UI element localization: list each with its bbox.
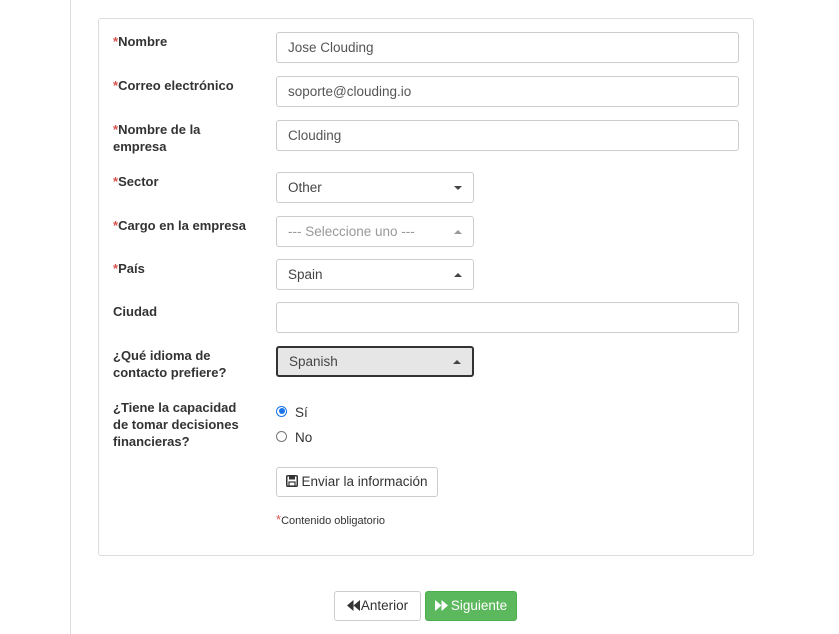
required-note-text: Contenido obligatorio [281, 515, 386, 527]
decisiones-label-text: ¿Tiene la capacidad de tomar decisiones … [113, 400, 239, 449]
siguiente-button[interactable]: Siguiente [425, 591, 517, 621]
decisiones-label: ¿Tiene la capacidad de tomar decisiones … [113, 399, 248, 450]
cargo-select-placeholder: --- Seleccione uno --- [288, 224, 415, 239]
correo-label: *Correo electrónico [113, 77, 263, 94]
anterior-label: Anterior [360, 598, 409, 613]
nombre-input[interactable]: Jose Clouding [276, 32, 739, 63]
anterior-button[interactable]: Anterior [334, 591, 421, 621]
required-note: *Contenido obligatorio [276, 512, 385, 527]
sector-label: *Sector [113, 173, 263, 190]
empresa-label-text: Nombre de la empresa [113, 122, 201, 154]
radio-option-no[interactable]: No [276, 430, 312, 446]
pais-label: *País [113, 260, 263, 277]
ciudad-input[interactable] [276, 302, 739, 333]
correo-input[interactable]: soporte@clouding.io [276, 76, 739, 107]
ciudad-label-text: Ciudad [113, 304, 158, 319]
empresa-label: *Nombre de la empresa [113, 121, 233, 155]
radio-no-label: No [295, 430, 313, 445]
nombre-label-text: Nombre [118, 34, 168, 49]
enviar-informacion-button[interactable]: Enviar la información [276, 467, 438, 497]
correo-label-text: Correo electrónico [118, 78, 234, 93]
chevron-down-icon [454, 186, 462, 190]
radio-unchecked-icon[interactable] [276, 430, 287, 442]
enviar-informacion-label: Enviar la información [301, 474, 428, 489]
idioma-select[interactable]: Spanish [276, 346, 474, 377]
cargo-select[interactable]: --- Seleccione uno --- [276, 216, 474, 247]
nombre-label: *Nombre [113, 33, 263, 50]
cargo-label: *Cargo en la empresa [113, 217, 263, 234]
pais-select[interactable]: Spain [276, 259, 474, 290]
siguiente-label: Siguiente [450, 598, 508, 613]
save-icon [286, 475, 299, 488]
sector-select-value: Other [288, 180, 322, 195]
ciudad-label: Ciudad [113, 303, 263, 320]
empresa-input[interactable]: Clouding [276, 120, 739, 151]
chevron-up-icon [453, 360, 461, 364]
pais-label-text: País [118, 261, 145, 276]
forward-icon [434, 599, 448, 611]
backward-icon [346, 599, 360, 611]
chevron-up-icon [454, 230, 462, 234]
idioma-select-value: Spanish [289, 354, 338, 369]
radio-checked-icon[interactable] [276, 405, 287, 417]
idioma-label-text: ¿Qué idioma de contacto prefiere? [113, 348, 227, 380]
cargo-label-text: Cargo en la empresa [118, 218, 246, 233]
sector-label-text: Sector [118, 174, 159, 189]
pais-select-value: Spain [288, 267, 323, 282]
content-left-border [70, 0, 71, 634]
sector-select[interactable]: Other [276, 172, 474, 203]
radio-option-si[interactable]: Sí [276, 405, 308, 421]
idioma-label: ¿Qué idioma de contacto prefiere? [113, 347, 238, 381]
radio-si-label: Sí [295, 405, 308, 420]
chevron-up-icon [454, 273, 462, 277]
